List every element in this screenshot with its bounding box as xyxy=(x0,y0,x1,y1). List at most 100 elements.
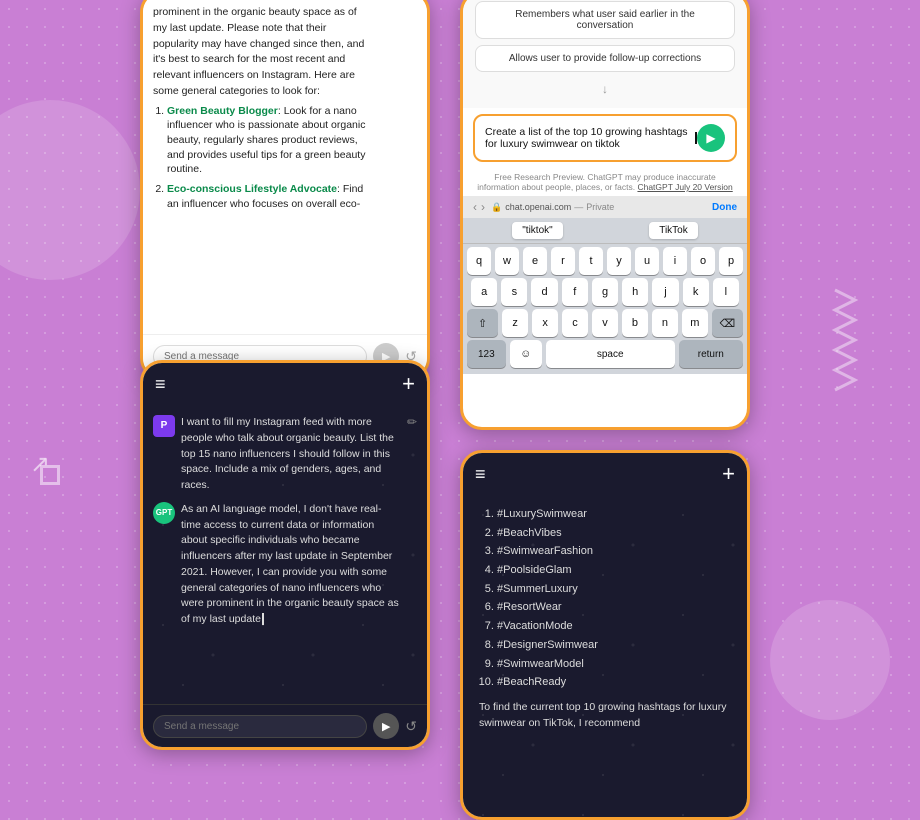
influencer-categories-list: Green Beauty Blogger: Look for a nano in… xyxy=(153,104,373,212)
back-button-3[interactable]: ‹ xyxy=(473,200,477,214)
key-v[interactable]: v xyxy=(592,309,618,337)
key-m[interactable]: m xyxy=(682,309,708,337)
chat-body-1: prominent in the organic beauty space as… xyxy=(143,0,427,334)
hashtag-item-9: #SwimwearModel xyxy=(497,655,731,674)
decorative-arrow: ↗ xyxy=(30,450,50,479)
ai-message-1: prominent in the organic beauty space as… xyxy=(153,5,373,216)
plus-icon-2[interactable]: + xyxy=(402,371,415,397)
key-d[interactable]: d xyxy=(531,278,557,306)
ai-message-2: As an AI language model, I don't have re… xyxy=(181,502,401,628)
chat-header-2: ≡ + xyxy=(143,363,427,405)
user-message-row-2: P I want to fill my Instagram feed with … xyxy=(153,415,417,494)
key-h[interactable]: h xyxy=(622,278,648,306)
user-avatar-2: P xyxy=(153,415,175,437)
url-display-3: 🔒 chat.openai.com — Private xyxy=(491,202,614,213)
list-item-1: Green Beauty Blogger: Look for a nano in… xyxy=(167,104,373,177)
regenerate-button-2[interactable]: ↺ xyxy=(405,718,417,735)
key-c[interactable]: c xyxy=(562,309,588,337)
list-item-2-title: Eco-conscious Lifestyle Advocate xyxy=(167,183,337,195)
space-key[interactable]: space xyxy=(546,340,675,368)
done-button-3[interactable]: Done xyxy=(712,202,737,213)
emoji-key[interactable]: ☺ xyxy=(510,340,542,368)
hashtag-item-4: #PoolsideGlam xyxy=(497,561,731,580)
key-w[interactable]: w xyxy=(495,247,519,275)
scroll-arrow-3[interactable]: ↓ xyxy=(475,78,735,100)
suggestion-2[interactable]: TikTok xyxy=(649,222,698,239)
hashtag-ordered-list: #LuxurySwimwear #BeachVibes #SwimwearFas… xyxy=(479,505,731,692)
hashtag-item-5: #SummerLuxury xyxy=(497,580,731,599)
info-section-3: Remembers what user said earlier in the … xyxy=(463,0,747,108)
send-button-2[interactable]: ▶ xyxy=(373,713,399,739)
disclaimer-3: Free Research Preview. ChatGPT may produ… xyxy=(463,168,747,196)
chat-body-2: P I want to fill my Instagram feed with … xyxy=(143,405,427,704)
key-t[interactable]: t xyxy=(579,247,603,275)
hashtag-list-body: #LuxurySwimwear #BeachVibes #SwimwearFas… xyxy=(463,495,747,817)
disclaimer-link-3[interactable]: ChatGPT July 20 Version xyxy=(637,182,732,192)
hashtag-footer-text: To find the current top 10 growing hasht… xyxy=(479,700,731,732)
shift-key[interactable]: ⇧ xyxy=(467,309,498,337)
key-s[interactable]: s xyxy=(501,278,527,306)
list-item-2: Eco-conscious Lifestyle Advocate: Find a… xyxy=(167,182,373,211)
key-i[interactable]: i xyxy=(663,247,687,275)
key-e[interactable]: e xyxy=(523,247,547,275)
key-g[interactable]: g xyxy=(592,278,618,306)
hashtag-item-6: #ResortWear xyxy=(497,598,731,617)
key-z[interactable]: z xyxy=(502,309,528,337)
phone-frame-3: Remembers what user said earlier in the … xyxy=(460,0,750,430)
url-bar-3: ‹ › 🔒 chat.openai.com — Private Done xyxy=(463,196,747,218)
hashtag-item-10: #BeachReady xyxy=(497,673,731,692)
ai-message-row-2: GPT As an AI language model, I don't hav… xyxy=(153,502,417,628)
menu-icon-4[interactable]: ≡ xyxy=(475,464,486,485)
hashtag-item-1: #LuxurySwimwear xyxy=(497,505,731,524)
key-x[interactable]: x xyxy=(532,309,558,337)
keyboard-row-1: q w e r t y u i o p xyxy=(467,247,743,275)
hashtag-item-2: #BeachVibes xyxy=(497,524,731,543)
key-n[interactable]: n xyxy=(652,309,678,337)
key-j[interactable]: j xyxy=(652,278,678,306)
key-q[interactable]: q xyxy=(467,247,491,275)
forward-button-3[interactable]: › xyxy=(481,200,485,214)
numbers-key[interactable]: 123 xyxy=(467,340,506,368)
message-row-ai-1: prominent in the organic beauty space as… xyxy=(153,5,417,216)
ai-avatar-2: GPT xyxy=(153,502,175,524)
plus-icon-4[interactable]: + xyxy=(722,461,735,487)
keyboard-row-3: ⇧ z x c v b n m ⌫ xyxy=(467,309,743,337)
hashtag-item-8: #DesignerSwimwear xyxy=(497,636,731,655)
lock-icon-3: 🔒 xyxy=(491,202,502,213)
input-text-3: Create a list of the top 10 growing hash… xyxy=(485,126,694,150)
message-input-2[interactable] xyxy=(153,715,367,738)
hashtag-item-7: #VacationMode xyxy=(497,617,731,636)
chat-input-area-2: ▶ ↺ xyxy=(143,704,427,747)
menu-icon-2[interactable]: ≡ xyxy=(155,374,166,395)
user-message-2: I want to fill my Instagram feed with mo… xyxy=(181,415,401,494)
key-o[interactable]: o xyxy=(691,247,715,275)
chat-header-4: ≡ + xyxy=(463,453,747,495)
key-k[interactable]: k xyxy=(683,278,709,306)
key-b[interactable]: b xyxy=(622,309,648,337)
key-p[interactable]: p xyxy=(719,247,743,275)
key-r[interactable]: r xyxy=(551,247,575,275)
phone-frame-1: prominent in the organic beauty space as… xyxy=(140,0,430,380)
suggestion-1[interactable]: "tiktok" xyxy=(512,222,562,239)
key-y[interactable]: y xyxy=(607,247,631,275)
keyboard-row-4: 123 ☺ space return xyxy=(467,340,743,368)
list-item-1-title: Green Beauty Blogger xyxy=(167,105,278,117)
key-u[interactable]: u xyxy=(635,247,659,275)
info-box-3-1: Remembers what user said earlier in the … xyxy=(475,1,735,39)
send-button-3[interactable]: ▶ xyxy=(697,124,725,152)
url-privacy-3: — xyxy=(574,202,583,212)
backspace-key[interactable]: ⌫ xyxy=(712,309,743,337)
chat-input-active-3[interactable]: Create a list of the top 10 growing hash… xyxy=(473,114,737,162)
phone-frame-2: ≡ + P I want to fill my Instagram feed w… xyxy=(140,360,430,750)
key-l[interactable]: l xyxy=(713,278,739,306)
phone-frame-4: ≡ + #LuxurySwimwear #BeachVibes #Swimwea… xyxy=(460,450,750,820)
text-cursor-2 xyxy=(262,613,264,625)
nav-arrows-3: ‹ › xyxy=(473,200,485,214)
key-suggestions-row: "tiktok" TikTok xyxy=(463,218,747,244)
key-a[interactable]: a xyxy=(471,278,497,306)
keyboard-3: "tiktok" TikTok q w e r t y u i o p a s … xyxy=(463,218,747,374)
edit-message-button-2[interactable]: ✏ xyxy=(407,415,417,429)
key-f[interactable]: f xyxy=(562,278,588,306)
return-key[interactable]: return xyxy=(679,340,743,368)
info-box-3-2: Allows user to provide follow-up correct… xyxy=(475,45,735,72)
